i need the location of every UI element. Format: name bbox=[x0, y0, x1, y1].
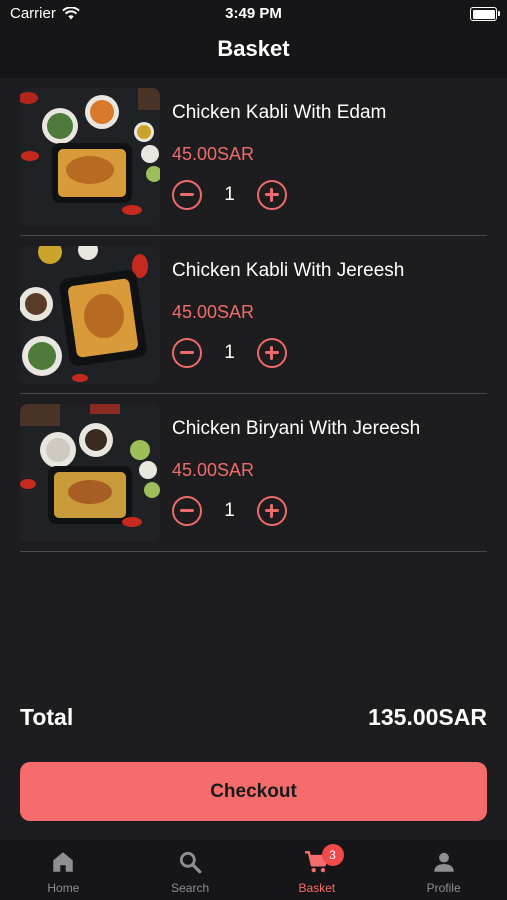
tab-search[interactable]: Search bbox=[127, 840, 254, 900]
tab-label: Search bbox=[171, 881, 210, 895]
tab-bar: Home Search 3 Basket Profile bbox=[0, 840, 507, 900]
decrement-button[interactable] bbox=[172, 338, 202, 368]
search-icon bbox=[180, 851, 202, 874]
tab-label: Profile bbox=[426, 881, 461, 895]
tab-profile[interactable]: Profile bbox=[380, 840, 507, 900]
food-image bbox=[20, 246, 160, 384]
item-price: 45.00SAR bbox=[172, 302, 255, 322]
quantity-stepper: 1 bbox=[172, 496, 287, 526]
item-name: Chicken Kabli With Edam bbox=[172, 102, 387, 123]
increment-button[interactable] bbox=[257, 496, 287, 526]
food-image bbox=[20, 404, 160, 542]
item-price: 45.00SAR bbox=[172, 144, 255, 164]
increment-button[interactable] bbox=[257, 180, 287, 210]
quantity-stepper: 1 bbox=[172, 180, 287, 210]
item-price: 45.00SAR bbox=[172, 460, 255, 480]
tab-label: Home bbox=[47, 881, 80, 895]
total-label: Total bbox=[20, 704, 74, 730]
tab-home[interactable]: Home bbox=[0, 840, 127, 900]
page-title: Basket bbox=[217, 36, 290, 61]
person-icon bbox=[433, 852, 454, 872]
quantity-value: 1 bbox=[224, 342, 235, 363]
quantity-stepper: 1 bbox=[172, 338, 287, 368]
status-time: 3:49 PM bbox=[225, 5, 282, 22]
basket-list: Chicken Kabli With Edam 45.00SAR 1 Chick… bbox=[20, 78, 487, 552]
tab-basket[interactable]: 3 Basket bbox=[254, 840, 381, 900]
decrement-button[interactable] bbox=[172, 180, 202, 210]
cart-count-badge: 3 bbox=[321, 844, 344, 866]
basket-item: Chicken Kabli With Edam 45.00SAR 1 bbox=[20, 78, 487, 236]
home-icon bbox=[53, 852, 74, 872]
battery-icon bbox=[470, 7, 500, 21]
item-name: Chicken Biryani With Jereesh bbox=[172, 418, 421, 439]
top-bar: Carrier 3:49 PM Basket bbox=[0, 0, 507, 78]
basket-item: Chicken Kabli With Jereesh 45.00SAR 1 bbox=[20, 236, 487, 394]
basket-item: Chicken Biryani With Jereesh 45.00SAR 1 bbox=[20, 394, 487, 552]
increment-button[interactable] bbox=[257, 338, 287, 368]
food-image bbox=[20, 88, 160, 226]
quantity-value: 1 bbox=[224, 500, 235, 521]
total-row: Total 135.00SAR bbox=[20, 704, 487, 731]
decrement-button[interactable] bbox=[172, 496, 202, 526]
checkout-button[interactable]: Checkout bbox=[20, 762, 487, 821]
item-name: Chicken Kabli With Jereesh bbox=[172, 260, 405, 281]
total-value: 135.00SAR bbox=[368, 704, 487, 730]
quantity-value: 1 bbox=[224, 184, 235, 205]
tab-label: Basket bbox=[298, 881, 336, 895]
